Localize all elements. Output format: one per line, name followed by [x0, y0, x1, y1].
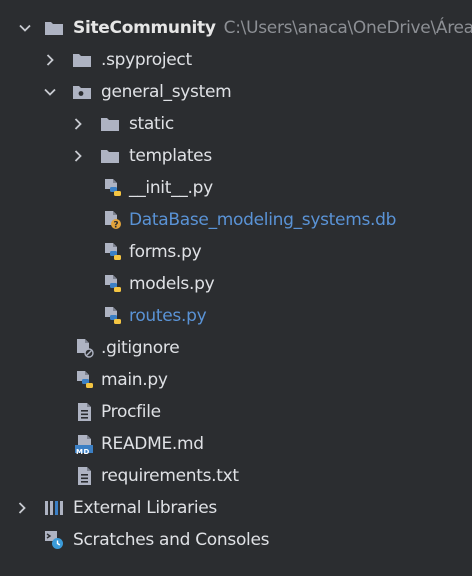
tree-node-label: static	[129, 114, 174, 134]
folder-icon	[100, 146, 120, 166]
folder-icon	[100, 114, 120, 134]
tree-node-init-py[interactable]: __init__.py	[0, 172, 472, 204]
python-file-icon	[103, 242, 123, 262]
python-file-icon	[103, 306, 123, 326]
python-file-icon	[103, 178, 123, 198]
tree-node-label: External Libraries	[73, 498, 217, 518]
tree-node-database-db[interactable]: ? DataBase_modeling_systems.db	[0, 204, 472, 236]
tree-node-readme-md[interactable]: MD README.md	[0, 428, 472, 460]
tree-node-models-py[interactable]: models.py	[0, 268, 472, 300]
tree-node-general-system[interactable]: general_system	[0, 76, 472, 108]
tree-node-forms-py[interactable]: forms.py	[0, 236, 472, 268]
chevron-right-icon[interactable]	[68, 108, 88, 140]
tree-node-label: forms.py	[129, 242, 202, 262]
python-file-icon	[103, 274, 123, 294]
tree-node-label: general_system	[101, 82, 232, 102]
tree-node-requirements-txt[interactable]: requirements.txt	[0, 460, 472, 492]
library-icon	[44, 498, 64, 518]
tree-node-main-py[interactable]: main.py	[0, 364, 472, 396]
unknown-file-icon: ?	[103, 210, 123, 230]
tree-node-label: main.py	[101, 370, 168, 390]
chevron-right-icon[interactable]	[12, 492, 32, 524]
tree-node-scratches-and-consoles[interactable]: Scratches and Consoles	[0, 524, 472, 556]
tree-node-static[interactable]: static	[0, 108, 472, 140]
tree-node-label: README.md	[101, 434, 204, 454]
text-file-icon	[75, 466, 95, 486]
tree-node-label: models.py	[129, 274, 215, 294]
tree-node-external-libraries[interactable]: External Libraries	[0, 492, 472, 524]
tree-node-label: .gitignore	[101, 338, 180, 358]
tree-node-label: requirements.txt	[101, 466, 239, 486]
svg-text:?: ?	[113, 221, 118, 231]
chevron-right-icon[interactable]	[68, 140, 88, 172]
tree-node-routes-py[interactable]: routes.py	[0, 300, 472, 332]
tree-node-templates[interactable]: templates	[0, 140, 472, 172]
tree-node-label: .spyproject	[101, 50, 192, 70]
ignore-file-icon	[75, 338, 95, 358]
chevron-down-icon[interactable]	[15, 12, 35, 44]
chevron-right-icon[interactable]	[40, 44, 60, 76]
package-folder-icon	[72, 82, 92, 102]
folder-icon	[44, 18, 64, 38]
tree-node-label: templates	[129, 146, 212, 166]
tree-node-label: Procfile	[101, 402, 161, 422]
tree-node-label: Scratches and Consoles	[73, 530, 270, 550]
tree-node-gitignore[interactable]: .gitignore	[0, 332, 472, 364]
tree-node-label: routes.py	[129, 306, 207, 326]
folder-icon	[72, 50, 92, 70]
tree-node-procfile[interactable]: Procfile	[0, 396, 472, 428]
project-tool-window: SiteCommunity C:\Users\anaca\OneDrive\Áre…	[0, 0, 472, 576]
tree-node-spyproject[interactable]: .spyproject	[0, 44, 472, 76]
text-file-icon	[75, 402, 95, 422]
scratches-console-icon	[44, 530, 64, 550]
md-badge-text: MD	[76, 448, 90, 456]
root-project-path: C:\Users\anaca\OneDrive\Área	[223, 18, 472, 38]
tree-node-root[interactable]: SiteCommunity C:\Users\anaca\OneDrive\Áre…	[0, 12, 472, 44]
tree-node-label: __init__.py	[129, 178, 213, 198]
chevron-down-icon[interactable]	[40, 76, 60, 108]
tree-node-label: DataBase_modeling_systems.db	[129, 210, 397, 230]
root-project-name: SiteCommunity	[73, 18, 216, 38]
python-file-icon	[75, 370, 95, 390]
